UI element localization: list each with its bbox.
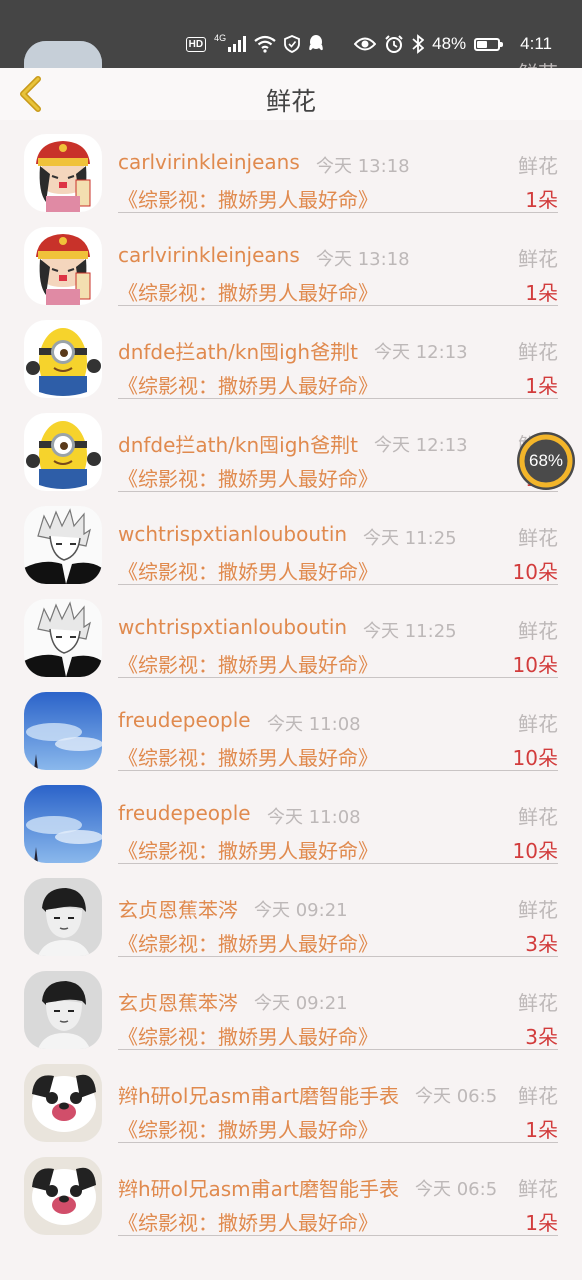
sender-name[interactable]: dnfde拦ath/kn囤igh爸荆t xyxy=(118,336,358,365)
work-title[interactable]: 《综影视：撒娇男人最好命》 xyxy=(118,1021,378,1050)
timestamp: 今天 06:5 xyxy=(415,1086,498,1107)
work-title[interactable]: 《综影视：撒娇男人最好命》 xyxy=(118,184,378,213)
list-item[interactable]: carlvirinkleinjeans 今天 13:18 鲜花 《综影视：撒娇男… xyxy=(0,120,582,213)
gift-count: 1朵 xyxy=(525,188,558,212)
sender-name[interactable]: freudepeople xyxy=(118,708,251,732)
gift-record: freudepeople 今天 11:08 鲜花 《综影视：撒娇男人最好命》 1… xyxy=(118,771,558,864)
list-item[interactable]: 玄贞恩蕉苯涔 今天 09:21 鲜花 《综影视：撒娇男人最好命》 3朵 xyxy=(0,957,582,1050)
sender-name[interactable]: wchtrispxtianlouboutin xyxy=(118,615,347,639)
gift-record: carlvirinkleinjeans 今天 13:18 鲜花 《综影视：撒娇男… xyxy=(118,213,558,306)
gift-count: 10朵 xyxy=(512,746,558,770)
avatar[interactable] xyxy=(24,506,102,584)
avatar[interactable] xyxy=(24,134,102,212)
list-item[interactable]: dnfde拦ath/kn囤igh爸荆t 今天 12:13 鲜花 《综影视：撒娇男… xyxy=(0,306,582,399)
gift-type: 鲜花 xyxy=(518,991,558,1015)
work-title[interactable]: 《综影视：撒娇男人最好命》 xyxy=(118,556,378,585)
gift-type: 鲜花 xyxy=(518,898,558,922)
app-header: 鲜花 xyxy=(0,68,582,120)
gift-type: 鲜花 xyxy=(518,619,558,643)
avatar[interactable] xyxy=(24,1064,102,1142)
list-item[interactable]: wchtrispxtianlouboutin 今天 11:25 鲜花 《综影视：… xyxy=(0,585,582,678)
avatar[interactable] xyxy=(24,878,102,956)
gift-type: 鲜花 xyxy=(518,712,558,736)
timestamp: 今天 09:21 xyxy=(254,993,348,1014)
sender-name[interactable]: 辫h研ol兄asm甫art磨智能手表 xyxy=(118,1173,399,1202)
gift-record-list[interactable]: 鲜花 《综影视：撒娇男人最好命》 3朵 carlvirinkleinjeans … xyxy=(0,27,582,1236)
list-item[interactable]: 辫h研ol兄asm甫art磨智能手表 今天 06:5 鲜花 《综影视：撒娇男人最… xyxy=(0,1143,582,1236)
timestamp: 今天 11:25 xyxy=(363,528,457,549)
sender-name[interactable]: 玄贞恩蕉苯涔 xyxy=(118,894,238,923)
work-title[interactable]: 《综影视：撒娇男人最好命》 xyxy=(118,277,378,306)
work-title[interactable]: 《综影视：撒娇男人最好命》 xyxy=(118,1114,378,1143)
gift-count: 3朵 xyxy=(525,1025,558,1049)
progress-value: 68% xyxy=(528,451,564,470)
list-item[interactable]: freudepeople 今天 11:08 鲜花 《综影视：撒娇男人最好命》 1… xyxy=(0,678,582,771)
timestamp: 今天 06:5 xyxy=(415,1179,498,1200)
timestamp: 今天 11:08 xyxy=(267,807,361,828)
gift-type: 鲜花 xyxy=(518,805,558,829)
gift-record: wchtrispxtianlouboutin 今天 11:25 鲜花 《综影视：… xyxy=(118,585,558,678)
gift-record: 玄贞恩蕉苯涔 今天 09:21 鲜花 《综影视：撒娇男人最好命》 3朵 xyxy=(118,864,558,957)
avatar[interactable] xyxy=(24,413,102,491)
gift-type: 鲜花 xyxy=(518,526,558,550)
avatar[interactable] xyxy=(24,971,102,1049)
gift-record: 辫h研ol兄asm甫art磨智能手表 今天 06:5 鲜花 《综影视：撒娇男人最… xyxy=(118,1050,558,1143)
list-item[interactable]: carlvirinkleinjeans 今天 13:18 鲜花 《综影视：撒娇男… xyxy=(0,213,582,306)
avatar[interactable] xyxy=(24,227,102,305)
avatar[interactable] xyxy=(24,692,102,770)
gift-count: 1朵 xyxy=(525,374,558,398)
gift-type: 鲜花 xyxy=(518,154,558,178)
sender-name[interactable]: carlvirinkleinjeans xyxy=(118,243,300,267)
gift-count: 10朵 xyxy=(512,839,558,863)
gift-count: 1朵 xyxy=(525,1118,558,1142)
list-item[interactable]: wchtrispxtianlouboutin 今天 11:25 鲜花 《综影视：… xyxy=(0,492,582,585)
avatar[interactable] xyxy=(24,320,102,398)
sender-name[interactable]: freudepeople xyxy=(118,801,251,825)
gift-count: 1朵 xyxy=(525,1211,558,1235)
work-title[interactable]: 《综影视：撒娇男人最好命》 xyxy=(118,463,378,492)
sender-name[interactable]: wchtrispxtianlouboutin xyxy=(118,522,347,546)
gift-count: 1朵 xyxy=(525,281,558,305)
sender-name[interactable]: dnfde拦ath/kn囤igh爸荆t xyxy=(118,429,358,458)
timestamp: 今天 09:21 xyxy=(254,900,348,921)
list-item[interactable]: 玄贞恩蕉苯涔 今天 09:21 鲜花 《综影视：撒娇男人最好命》 3朵 xyxy=(0,864,582,957)
work-title[interactable]: 《综影视：撒娇男人最好命》 xyxy=(118,742,378,771)
gift-record: 玄贞恩蕉苯涔 今天 09:21 鲜花 《综影视：撒娇男人最好命》 3朵 xyxy=(118,957,558,1050)
timestamp: 今天 11:25 xyxy=(363,621,457,642)
list-item[interactable]: freudepeople 今天 11:08 鲜花 《综影视：撒娇男人最好命》 1… xyxy=(0,771,582,864)
sender-name[interactable]: carlvirinkleinjeans xyxy=(118,150,300,174)
gift-record: dnfde拦ath/kn囤igh爸荆t 今天 12:13 鲜花 《综影视：撒娇男… xyxy=(118,306,558,399)
gift-record: dnfde拦ath/kn囤igh爸荆t 今天 12:13 鲜花 《综影视：撒娇男… xyxy=(118,399,558,492)
page-title: 鲜花 xyxy=(265,87,316,116)
work-title[interactable]: 《综影视：撒娇男人最好命》 xyxy=(118,370,378,399)
work-title[interactable]: 《综影视：撒娇男人最好命》 xyxy=(118,649,378,678)
list-item[interactable]: 辫h研ol兄asm甫art磨智能手表 今天 06:5 鲜花 《综影视：撒娇男人最… xyxy=(0,1050,582,1143)
gift-record: carlvirinkleinjeans 今天 13:18 鲜花 《综影视：撒娇男… xyxy=(118,120,558,213)
work-title[interactable]: 《综影视：撒娇男人最好命》 xyxy=(118,928,378,957)
gift-record: freudepeople 今天 11:08 鲜花 《综影视：撒娇男人最好命》 1… xyxy=(118,678,558,771)
timestamp: 今天 13:18 xyxy=(316,156,410,177)
gift-record: 辫h研ol兄asm甫art磨智能手表 今天 06:5 鲜花 《综影视：撒娇男人最… xyxy=(118,1143,558,1236)
timestamp: 今天 11:08 xyxy=(267,714,361,735)
gift-type: 鲜花 xyxy=(518,1177,558,1201)
gift-type: 鲜花 xyxy=(518,340,558,364)
work-title[interactable]: 《综影视：撒娇男人最好命》 xyxy=(118,1207,378,1236)
timestamp: 今天 12:13 xyxy=(374,342,468,363)
avatar[interactable] xyxy=(24,599,102,677)
gift-record: wchtrispxtianlouboutin 今天 11:25 鲜花 《综影视：… xyxy=(118,492,558,585)
timestamp: 今天 12:13 xyxy=(374,435,468,456)
gift-count: 10朵 xyxy=(512,560,558,584)
avatar[interactable] xyxy=(24,1157,102,1235)
sender-name[interactable]: 玄贞恩蕉苯涔 xyxy=(118,987,238,1016)
gift-count: 3朵 xyxy=(525,932,558,956)
sender-name[interactable]: 辫h研ol兄asm甫art磨智能手表 xyxy=(118,1080,399,1109)
timestamp: 今天 13:18 xyxy=(316,249,410,270)
gift-type: 鲜花 xyxy=(518,1084,558,1108)
avatar[interactable] xyxy=(24,785,102,863)
floating-progress-badge[interactable]: 68% xyxy=(516,431,576,491)
gift-type: 鲜花 xyxy=(518,247,558,271)
list-item[interactable]: dnfde拦ath/kn囤igh爸荆t 今天 12:13 鲜花 《综影视：撒娇男… xyxy=(0,399,582,492)
work-title[interactable]: 《综影视：撒娇男人最好命》 xyxy=(118,835,378,864)
gift-count: 10朵 xyxy=(512,653,558,677)
